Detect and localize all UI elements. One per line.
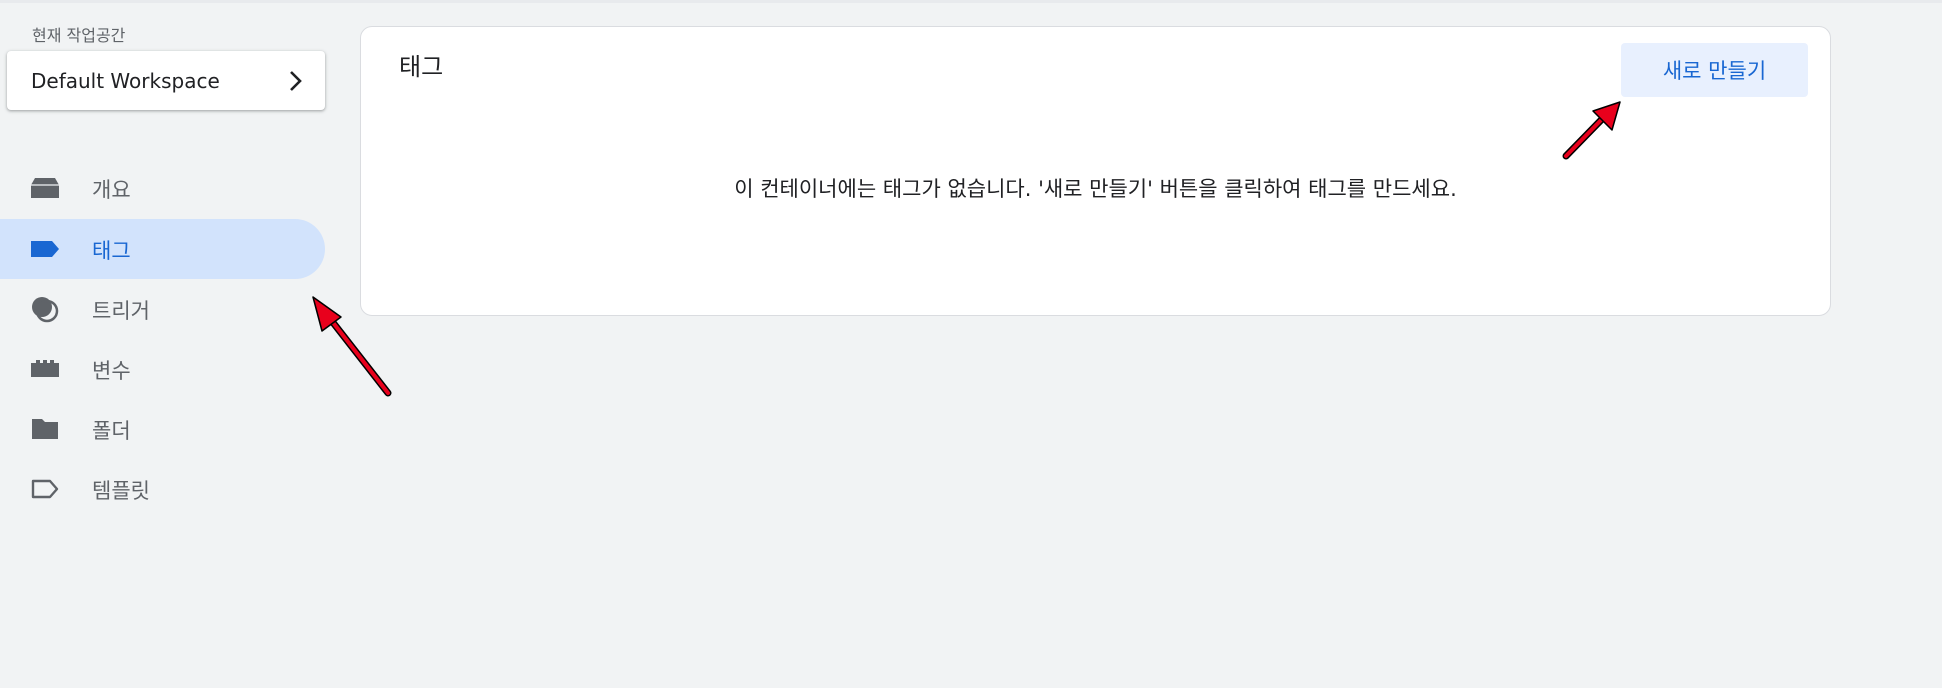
nav-item-templates[interactable]: 템플릿 [0, 459, 325, 519]
variables-icon [31, 360, 59, 377]
workspace-selector[interactable]: Default Workspace [7, 51, 325, 110]
nav-label-triggers: 트리거 [92, 299, 150, 323]
nav-item-tags[interactable]: 태그 [0, 219, 325, 279]
page-title: 태그 [399, 53, 444, 81]
nav-label-templates: 템플릿 [92, 479, 150, 503]
chevron-right-icon [290, 71, 302, 91]
tags-card: 태그 새로 만들기 이 컨테이너에는 태그가 없습니다. '새로 만들기' 버튼… [360, 26, 1831, 316]
annotation-arrow-sidebar [312, 296, 392, 397]
sidebar: 현재 작업공간 Default Workspace 개요 태그 트리거 변수 폴… [0, 0, 330, 688]
annotation-arrow-button [1562, 101, 1621, 160]
workspace-name: Default Workspace [31, 69, 220, 93]
folder-icon [32, 419, 58, 439]
empty-state-message: 이 컨테이너에는 태그가 없습니다. '새로 만들기' 버튼을 클릭하여 태그를… [734, 177, 1457, 201]
workspace-label: 현재 작업공간 [32, 26, 126, 45]
nav-item-variables[interactable]: 변수 [0, 339, 325, 399]
overview-icon [31, 178, 59, 198]
trigger-icon [32, 297, 59, 323]
new-tag-button[interactable]: 새로 만들기 [1621, 43, 1808, 97]
nav-item-triggers[interactable]: 트리거 [0, 279, 325, 339]
nav-item-folders[interactable]: 폴더 [0, 399, 325, 459]
template-icon [31, 479, 59, 499]
nav-label-variables: 변수 [92, 359, 131, 383]
nav-label-folders: 폴더 [92, 419, 131, 443]
nav-label-tags: 태그 [92, 239, 131, 263]
nav-item-overview[interactable]: 개요 [0, 158, 325, 218]
nav-label-overview: 개요 [92, 178, 131, 202]
tag-icon [31, 241, 59, 257]
